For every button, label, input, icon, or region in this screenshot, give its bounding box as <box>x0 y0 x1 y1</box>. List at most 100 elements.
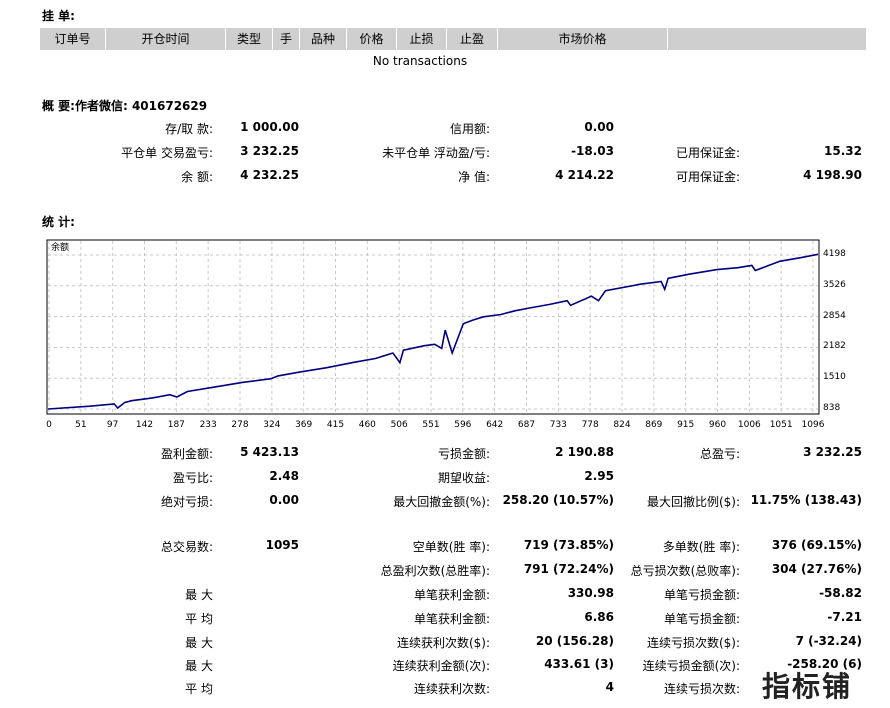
col-order-id[interactable]: 订单号 <box>40 28 106 50</box>
stat-label: 期望收益: <box>437 471 490 485</box>
x-tick-label: 551 <box>422 420 440 430</box>
stat-label: 绝对亏损: <box>160 495 213 509</box>
col-open-time[interactable]: 开仓时间 <box>106 28 226 50</box>
summary-label: 可用保证金: <box>675 170 740 184</box>
summary-value: 4 232.25 <box>240 168 299 182</box>
y-tick-label: 4198 <box>823 249 846 259</box>
stat-label: 最大回撤比例($): <box>646 495 740 509</box>
x-tick-label: 51 <box>75 420 87 430</box>
stat-label: 单笔亏损金额: <box>663 612 740 626</box>
stat-value: 20 (156.28) <box>535 634 614 648</box>
stat-value: 6.86 <box>584 610 614 624</box>
stat-value: 330.98 <box>567 586 614 600</box>
y-tick-label: 2854 <box>823 310 846 321</box>
balance-chart: 余额 <box>46 239 820 415</box>
y-tick-label: 838 <box>823 403 841 413</box>
x-tick-label: 1096 <box>801 420 825 430</box>
stat-value: 2.95 <box>584 469 614 483</box>
stat-value: 433.61 (3) <box>544 657 614 671</box>
stat-value: 304 (27.76%) <box>771 562 862 576</box>
stats-title: 统 计: <box>42 215 75 229</box>
col-stop-loss[interactable]: 止损 <box>397 28 447 50</box>
y-tick-label: 3526 <box>823 279 846 290</box>
stat-label: 单笔获利金额: <box>413 588 490 602</box>
stat-label: 连续获利金额(次): <box>392 659 490 673</box>
y-tick-label: 2182 <box>823 341 846 352</box>
x-tick-label: 97 <box>106 420 119 430</box>
stat-label: 单笔亏损金额: <box>663 588 740 602</box>
x-tick-label: 233 <box>199 420 217 430</box>
stat-label: 盈利金额: <box>160 447 213 461</box>
stat-label: 连续亏损次数: <box>663 682 740 696</box>
summary-value: 1 000.00 <box>240 120 299 134</box>
x-tick-label: 1051 <box>769 420 793 430</box>
col-symbol[interactable]: 品种 <box>300 28 347 50</box>
stat-label: 连续获利次数($): <box>396 636 490 650</box>
stat-label: 单笔获利金额: <box>413 612 490 626</box>
watermark-logo: 指标铺 <box>762 670 853 703</box>
stat-label: 总盈利次数(总胜率): <box>380 564 490 578</box>
y-tick-label: 1510 <box>823 372 846 383</box>
stat-label: 平 均 <box>185 682 213 696</box>
stat-value: 791 (72.24%) <box>523 562 614 576</box>
summary-value: 3 232.25 <box>240 144 299 158</box>
stat-value: 719 (73.85%) <box>523 538 614 552</box>
summary-value: 4 198.90 <box>803 168 862 182</box>
stat-label: 最 大 <box>185 588 213 602</box>
col-type[interactable]: 类型 <box>226 28 273 50</box>
stat-value: 11.75% (138.43) <box>750 493 862 507</box>
x-tick-label: 778 <box>581 420 599 430</box>
x-tick-label: 0 <box>46 420 52 430</box>
summary-label: 平仓单 交易盈亏: <box>121 146 213 160</box>
summary-label: 余 额: <box>181 170 213 184</box>
x-tick-label: 824 <box>613 420 631 430</box>
col-empty <box>668 28 866 50</box>
x-tick-label: 369 <box>295 420 313 430</box>
col-price[interactable]: 价格 <box>347 28 397 50</box>
orders-table-header: 订单号 开仓时间 类型 手 品种 价格 止损 止盈 市场价格 <box>40 28 866 50</box>
x-tick-label: 960 <box>708 420 727 430</box>
stat-label: 最 大 <box>185 636 213 650</box>
stat-value: -58.82 <box>819 586 862 600</box>
no-transactions-text: No transactions <box>372 54 468 68</box>
stat-value: 7 (-32.24) <box>795 634 862 648</box>
stat-label: 盈亏比: <box>172 471 213 485</box>
stat-value: 376 (69.15%) <box>771 538 862 552</box>
stat-value: 1095 <box>265 538 299 552</box>
x-tick-label: 1006 <box>737 420 761 430</box>
stat-value: 5 423.13 <box>240 445 299 459</box>
x-tick-label: 506 <box>390 420 408 430</box>
x-tick-label: 733 <box>549 420 567 430</box>
stat-value: 258.20 (10.57%) <box>502 493 614 507</box>
stat-label: 最 大 <box>185 659 213 673</box>
summary-label: 存/取 款: <box>165 122 213 136</box>
x-tick-label: 642 <box>486 420 504 430</box>
stat-label: 最大回撤金额(%): <box>393 495 490 509</box>
stat-value: 0.00 <box>269 493 299 507</box>
stat-label: 平 均 <box>185 612 213 626</box>
x-tick-label: 869 <box>645 420 663 430</box>
stat-value: 3 232.25 <box>803 445 862 459</box>
x-tick-label: 687 <box>517 420 536 430</box>
balance-chart-svg: 余额 <box>46 239 820 415</box>
summary-label: 净 值: <box>458 170 490 184</box>
summary-label: 已用保证金: <box>675 146 740 160</box>
chart-legend: 余额 <box>51 241 69 253</box>
x-tick-label: 278 <box>231 420 249 430</box>
summary-value: 15.32 <box>824 144 862 158</box>
x-tick-label: 187 <box>167 420 185 430</box>
x-tick-label: 596 <box>454 420 472 430</box>
stat-label: 亏损金额: <box>437 447 490 461</box>
summary-label: 信用额: <box>449 122 490 136</box>
x-tick-label: 415 <box>326 420 345 430</box>
summary-label: 未平仓单 浮动盈/亏: <box>382 146 490 160</box>
col-lots[interactable]: 手 <box>273 28 300 50</box>
stat-label: 连续获利次数: <box>413 682 490 696</box>
col-market-price[interactable]: 市场价格 <box>498 28 668 50</box>
summary-title: 概 要:作者微信: 401672629 <box>42 99 208 113</box>
stat-label: 连续亏损金额(次): <box>642 659 740 673</box>
stat-value: 2 190.88 <box>555 445 614 459</box>
orders-title: 挂 单: <box>42 9 75 23</box>
x-tick-label: 142 <box>135 420 154 430</box>
col-take-profit[interactable]: 止盈 <box>447 28 498 50</box>
